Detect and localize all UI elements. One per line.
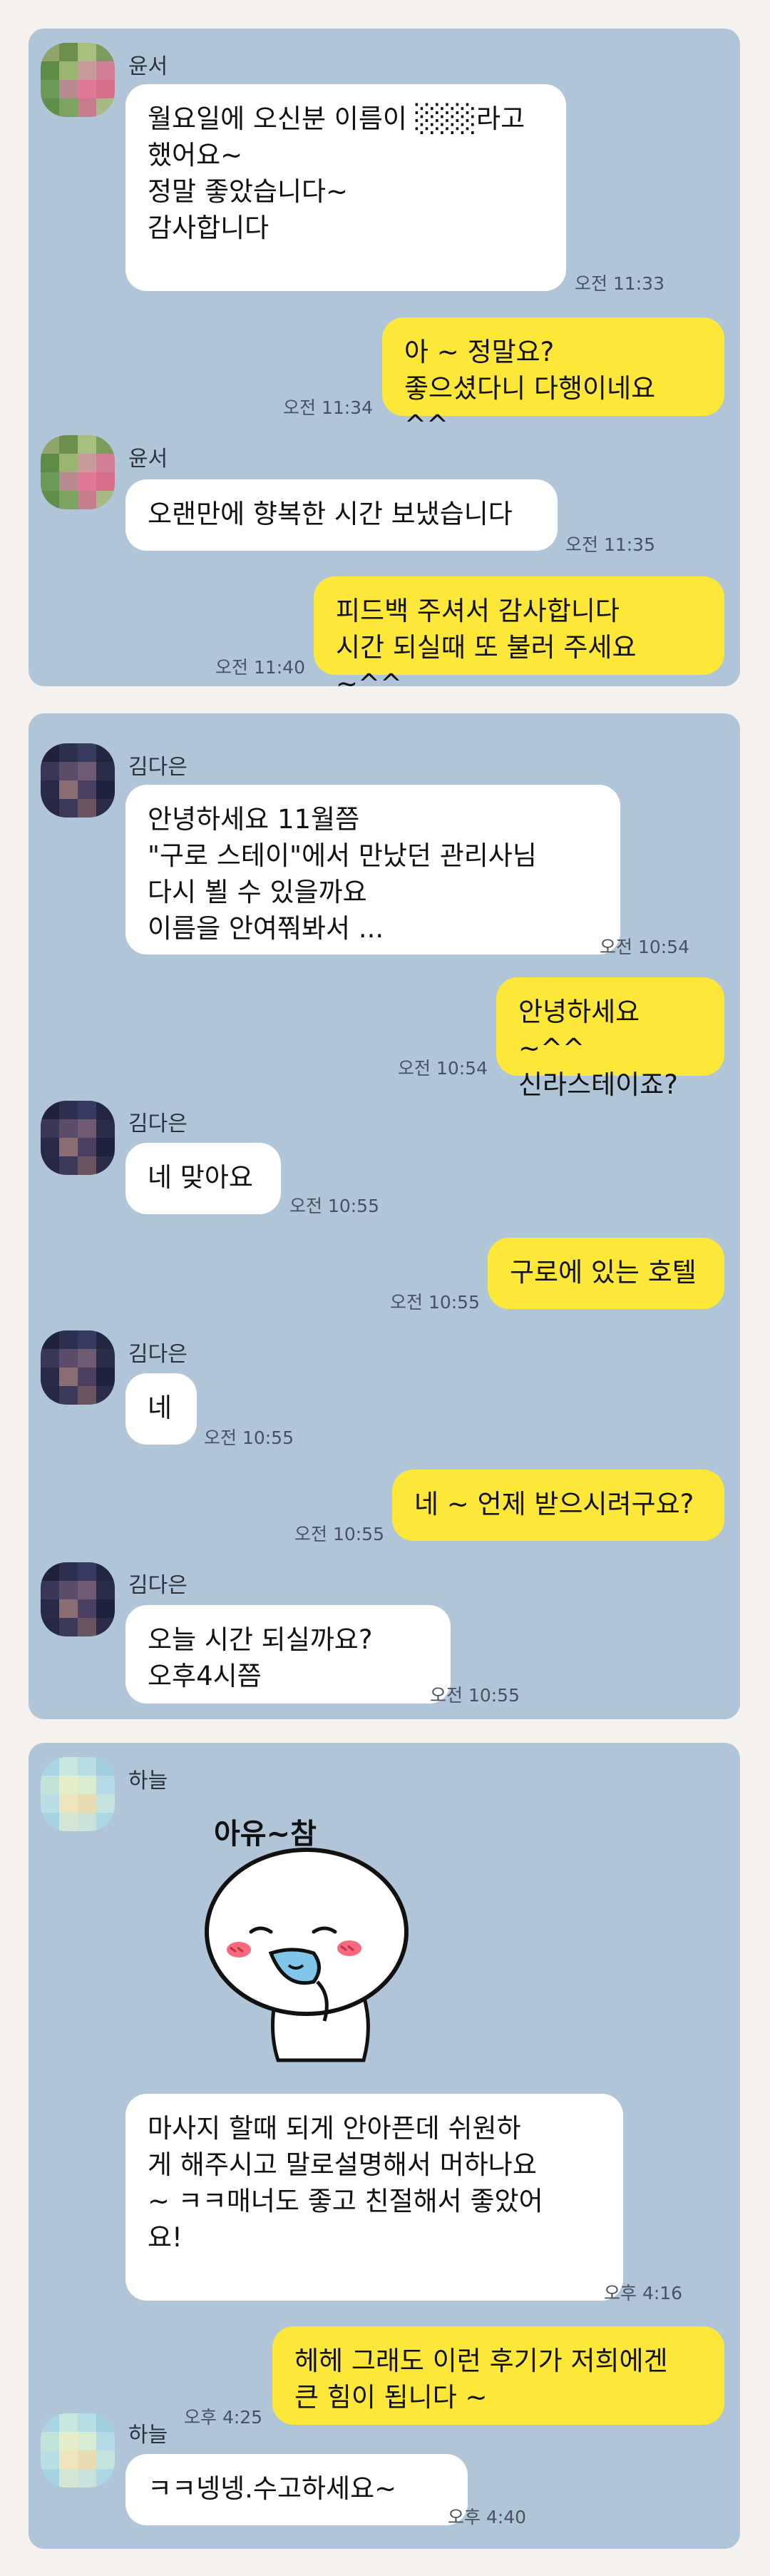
sticker-character-icon bbox=[205, 1848, 409, 2062]
message-bubble-incoming[interactable]: 네 맞아요 bbox=[125, 1143, 281, 1214]
avatar-blurred-icon[interactable] bbox=[41, 743, 115, 818]
message-timestamp: 오전 10:55 bbox=[204, 1427, 294, 1448]
avatar-blurred-icon[interactable] bbox=[41, 1101, 115, 1175]
contact-name: 김다은 bbox=[128, 755, 188, 780]
message-timestamp: 오전 10:55 bbox=[390, 1292, 480, 1313]
message-bubble-outgoing[interactable]: 구로에 있는 호텔 bbox=[488, 1238, 724, 1309]
contact-name: 윤서 bbox=[128, 54, 168, 79]
avatar-blurred-icon[interactable] bbox=[41, 1330, 115, 1405]
message-bubble-incoming[interactable]: 월요일에 오신분 이름이 ░░░라고 했어요~ 정말 좋았습니다~ 감사합니다 bbox=[125, 84, 566, 291]
contact-name: 김다은 bbox=[128, 1342, 188, 1367]
message-bubble-outgoing[interactable]: 헤헤 그래도 이런 후기가 저희에겐 큰 힘이 됩니다 ~ bbox=[272, 2326, 724, 2425]
chat-panel-1: 윤서 월요일에 오신분 이름이 ░░░라고 했어요~ 정말 좋았습니다~ 감사합… bbox=[29, 29, 740, 686]
contact-name: 윤서 bbox=[128, 447, 168, 472]
message-bubble-incoming[interactable]: 마사지 할때 되게 안아픈데 쉬원하 게 해주시고 말로설명해서 머하나요 ~ … bbox=[125, 2094, 623, 2301]
message-timestamp: 오전 10:55 bbox=[289, 1196, 379, 1216]
message-bubble-outgoing[interactable]: 안녕하세요 ~^^ 신라스테이죠? bbox=[496, 977, 724, 1100]
message-timestamp: 오후 4:40 bbox=[448, 2507, 527, 2527]
message-timestamp: 오후 4:16 bbox=[604, 2283, 683, 2303]
message-timestamp: 오전 10:55 bbox=[294, 1524, 384, 1544]
message-timestamp: 오전 11:33 bbox=[575, 273, 664, 294]
avatar-blurred-icon[interactable] bbox=[41, 1562, 115, 1636]
message-timestamp: 오전 11:34 bbox=[283, 397, 373, 418]
message-bubble-outgoing[interactable]: 피드백 주셔서 감사합니다 시간 되실때 또 불러 주세요 ~^^ bbox=[314, 576, 724, 686]
message-bubble-incoming[interactable]: 오늘 시간 되실까요? 오후4시쯤 bbox=[125, 1605, 451, 1704]
contact-name: 김다은 bbox=[128, 1111, 188, 1136]
contact-name: 김다은 bbox=[128, 1573, 188, 1598]
message-timestamp: 오전 10:54 bbox=[398, 1058, 488, 1079]
avatar-blurred-icon[interactable] bbox=[41, 435, 115, 509]
message-timestamp: 오전 11:35 bbox=[565, 534, 655, 555]
message-bubble-incoming[interactable]: 오랜만에 향복한 시간 보냈습니다 bbox=[125, 479, 558, 551]
avatar-blurred-icon[interactable] bbox=[41, 43, 115, 117]
contact-name: 하늘 bbox=[128, 1768, 168, 1793]
chat-panel-3: 하늘 아유~참 마사지 할때 되게 안아픈데 쉬원하 게 해주시고 말로설명해서… bbox=[29, 1743, 740, 2549]
message-timestamp: 오전 11:40 bbox=[215, 657, 305, 678]
sticker[interactable]: 아유~참 bbox=[171, 1807, 442, 2064]
message-bubble-incoming[interactable]: 안녕하세요 11월쯤 "구로 스테이"에서 만났던 관리사님 다시 뵐 수 있을… bbox=[125, 785, 620, 954]
avatar-blurred-icon[interactable] bbox=[41, 1757, 115, 1831]
message-timestamp: 오전 10:55 bbox=[430, 1685, 520, 1706]
contact-name: 하늘 bbox=[128, 2423, 168, 2448]
message-bubble-incoming[interactable]: 네 bbox=[125, 1373, 197, 1445]
message-timestamp: 오후 4:25 bbox=[184, 2407, 263, 2428]
avatar-blurred-icon[interactable] bbox=[41, 2413, 115, 2488]
message-bubble-outgoing[interactable]: 아 ~ 정말요? 좋으셨다니 다행이네요 ^^ bbox=[382, 317, 724, 440]
message-timestamp: 오전 10:54 bbox=[600, 937, 689, 957]
chat-panel-2: 김다은 안녕하세요 11월쯤 "구로 스테이"에서 만났던 관리사님 다시 뵐 … bbox=[29, 713, 740, 1719]
message-bubble-incoming[interactable]: ㅋㅋ넹넹.수고하세요~ bbox=[125, 2454, 468, 2525]
message-bubble-outgoing[interactable]: 네 ~ 언제 받으시려구요? bbox=[392, 1470, 724, 1541]
